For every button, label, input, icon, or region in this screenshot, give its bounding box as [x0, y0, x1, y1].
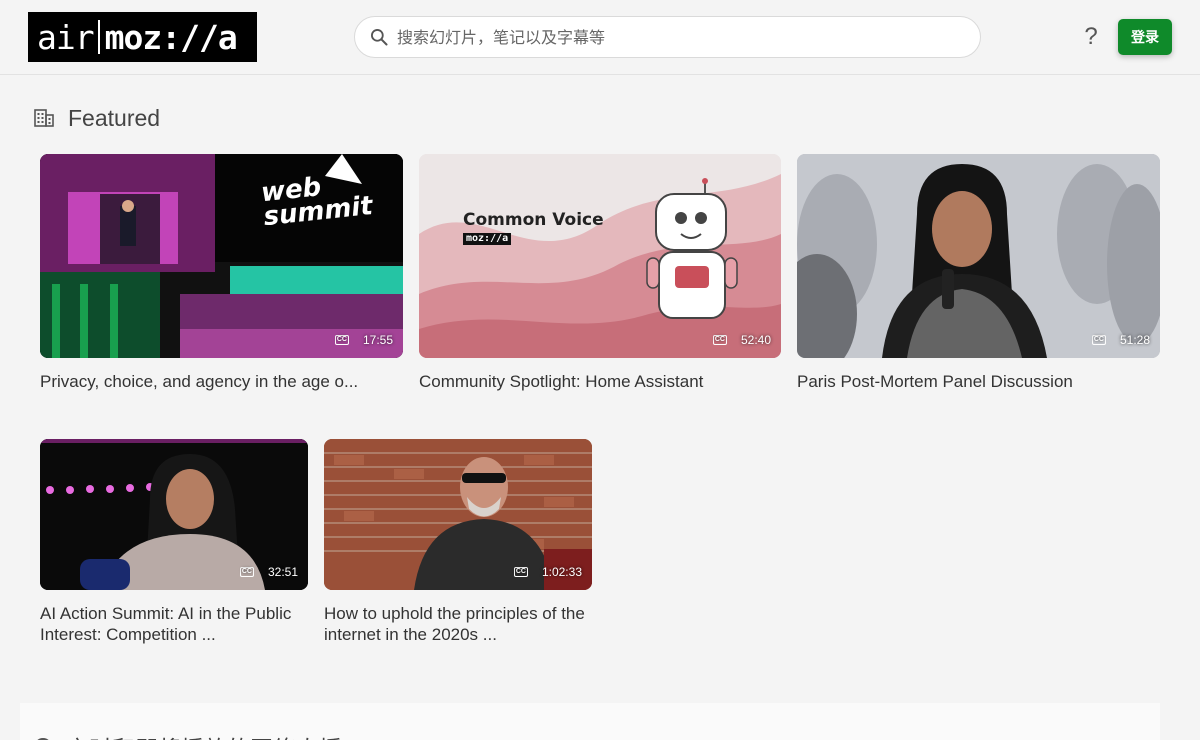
video-duration: CC 32:51: [239, 565, 298, 579]
cc-icon: CC: [239, 567, 254, 577]
video-thumbnail[interactable]: Common Voice moz://a CC 52:40: [419, 154, 781, 358]
search-icon: [371, 29, 388, 46]
top-header: airmoz://a ? 登录: [0, 0, 1200, 75]
video-card-ai-action-summit[interactable]: CC 32:51 AI Action Summit: AI in the Publ…: [40, 439, 308, 645]
video-title[interactable]: How to uphold the principles of the inte…: [324, 603, 592, 645]
video-card-paris-panel[interactable]: CC 51:28 Paris Post-Mortem Panel Discussi…: [797, 154, 1160, 392]
mozilla-wordmark: moz://a: [463, 233, 512, 245]
video-duration: CC 1:02:33: [513, 565, 582, 579]
logo-mozilla-text: moz://a: [104, 17, 238, 57]
air-mozilla-logo[interactable]: air moz://a: [28, 12, 257, 62]
search-input[interactable]: [397, 27, 957, 47]
video-thumbnail[interactable]: CC 32:51: [40, 439, 308, 590]
featured-heading: Featured: [68, 104, 161, 131]
cc-icon: CC: [513, 567, 528, 577]
video-card-privacy[interactable]: web summit CC 17:55 Privacy, choice, and …: [40, 154, 403, 392]
video-duration: CC 52:40: [712, 333, 771, 347]
video-title[interactable]: Community Spotlight: Home Assistant: [419, 371, 781, 392]
building-icon: [34, 109, 54, 127]
cc-icon: CC: [334, 335, 349, 345]
help-icon[interactable]: ?: [1080, 22, 1102, 52]
video-thumbnail[interactable]: CC 1:02:33: [324, 439, 592, 590]
video-card-home-assistant[interactable]: Common Voice moz://a CC 52:40 Community S…: [419, 154, 781, 392]
video-duration: CC 51:28: [1091, 333, 1150, 347]
featured-section-title: Featured: [34, 104, 160, 132]
search-bar[interactable]: [354, 16, 981, 58]
logo-air-text: air: [37, 17, 95, 57]
video-card-internet-principles[interactable]: CC 1:02:33 How to uphold the principles o…: [324, 439, 592, 645]
live-section-heading: 实时和即将播放的网络直播: [66, 730, 342, 740]
live-section-title: 实时和即将播放的网络直播: [34, 730, 342, 740]
video-title[interactable]: Privacy, choice, and agency in the age o…: [40, 371, 403, 392]
video-title[interactable]: AI Action Summit: AI in the Public Inter…: [40, 603, 308, 645]
login-button[interactable]: 登录: [1118, 19, 1172, 55]
common-voice-title: Common Voice: [463, 210, 604, 230]
video-thumbnail[interactable]: CC 51:28: [797, 154, 1160, 358]
video-duration: CC 17:55: [334, 333, 393, 347]
video-title[interactable]: Paris Post-Mortem Panel Discussion: [797, 371, 1160, 392]
cc-icon: CC: [1091, 335, 1106, 345]
video-thumbnail[interactable]: web summit CC 17:55: [40, 154, 403, 358]
cc-icon: CC: [712, 335, 727, 345]
